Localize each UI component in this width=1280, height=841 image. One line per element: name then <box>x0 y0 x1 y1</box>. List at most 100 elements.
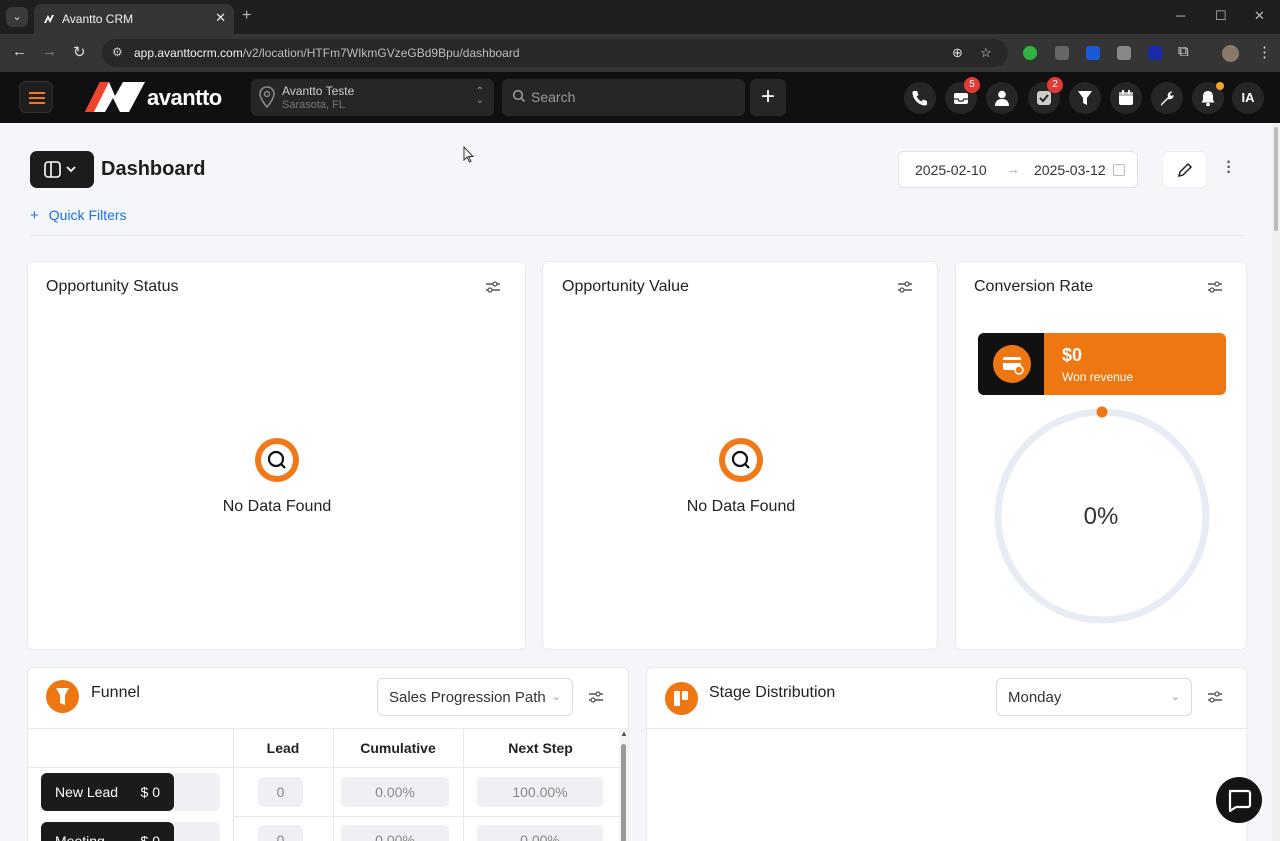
extension-tag-icon[interactable] <box>1086 46 1100 60</box>
url-text: app.avanttocrm.com/v2/location/HTFm7WIkm… <box>134 46 520 60</box>
stage-value: $ 0 <box>140 784 160 800</box>
forward-icon[interactable]: → <box>42 43 57 60</box>
edit-dashboard-button[interactable] <box>1162 151 1207 188</box>
bookmark-star-icon[interactable]: ☆ <box>980 45 992 61</box>
tab-close-icon[interactable]: ✕ <box>215 10 226 26</box>
filter-sliders-icon[interactable] <box>897 280 913 294</box>
stage-pill-new-lead[interactable]: New Lead $ 0 <box>41 773 174 811</box>
notifications-button[interactable] <box>1192 82 1224 114</box>
next-step-percent: 0.00% <box>477 825 603 841</box>
maximize-icon[interactable]: ☐ <box>1215 8 1227 24</box>
extension-image-icon[interactable] <box>1117 46 1131 60</box>
page-scrollbar[interactable] <box>1272 123 1280 841</box>
phone-icon <box>912 91 927 106</box>
divider <box>30 235 1245 236</box>
no-data-search-icon <box>719 438 763 482</box>
settings-button[interactable] <box>1151 82 1183 114</box>
cumulative-percent: 0.00% <box>341 825 449 841</box>
funnel-badge-icon <box>46 680 79 713</box>
pipeline-select[interactable]: Monday ⌄ <box>996 678 1192 716</box>
filter-sliders-icon[interactable] <box>485 280 501 294</box>
extension-blue-icon[interactable] <box>1148 46 1162 60</box>
stage-distribution-card: Stage Distribution Monday ⌄ <box>646 667 1248 841</box>
reload-icon[interactable]: ↻ <box>73 43 86 61</box>
stage-pill-meeting[interactable]: Meeting $ 0 <box>41 822 174 841</box>
contacts-button[interactable] <box>986 82 1018 114</box>
new-tab-button[interactable]: + <box>242 7 251 25</box>
browser-toolbar: ← → ↻ ⚙ app.avanttocrm.com/v2/location/H… <box>0 34 1280 72</box>
chat-widget-button[interactable] <box>1216 777 1262 823</box>
calendar-button[interactable] <box>1110 82 1142 114</box>
divider <box>28 767 620 768</box>
chevron-down-icon: ⌄ <box>551 691 561 703</box>
browser-menu-icon[interactable]: ⋮ <box>1257 43 1272 61</box>
no-data-text: No Data Found <box>686 498 796 515</box>
messages-badge: 5 <box>964 77 980 93</box>
layout-grid-icon <box>44 161 76 178</box>
extension-code-icon[interactable] <box>1055 46 1069 60</box>
notification-dot <box>1216 82 1224 90</box>
back-icon[interactable]: ← <box>12 43 27 60</box>
site-info-icon[interactable]: ⚙ <box>112 45 123 59</box>
page-title: Dashboard <box>101 158 206 180</box>
window-close-icon[interactable]: ✕ <box>1254 8 1265 24</box>
plus-icon: + <box>30 207 39 224</box>
date-range-picker[interactable]: 2025-02-10 → 2025-03-12 <box>898 151 1138 188</box>
stage-name: Meeting <box>55 833 105 841</box>
lead-count: 0 <box>258 825 303 841</box>
scroll-up-icon[interactable]: ▲ <box>620 729 628 738</box>
stage-bar-track <box>174 822 220 841</box>
extensions-puzzle-icon[interactable]: ⧉ <box>1178 43 1189 60</box>
filter-sliders-icon[interactable] <box>588 690 604 704</box>
extension-green-icon[interactable] <box>1023 46 1037 60</box>
address-bar[interactable]: ⚙ app.avanttocrm.com/v2/location/HTFm7WI… <box>102 39 1008 67</box>
end-date: 2025-03-12 <box>1034 162 1106 178</box>
filter-sliders-icon[interactable] <box>1207 690 1223 704</box>
scrollbar-thumb[interactable] <box>1274 127 1278 231</box>
browser-tabbar: ⌄ Avantto CRM ✕ + ─ ☐ ✕ <box>0 0 1280 34</box>
browser-tab[interactable]: Avantto CRM ✕ <box>34 4 234 34</box>
pipeline-select[interactable]: Sales Progression Path ⌄ <box>377 678 573 716</box>
table-scrollbar[interactable]: ▲ <box>619 728 628 841</box>
mouse-cursor-icon <box>463 146 475 163</box>
logo-text: avantto <box>147 85 222 110</box>
location-switcher[interactable]: Avantto Teste Sarasota, FL ⌃ ⌄ <box>251 79 494 116</box>
chevron-updown-icon: ⌃ ⌄ <box>475 86 484 106</box>
scrollbar-thumb[interactable] <box>621 744 626 841</box>
minimize-icon[interactable]: ─ <box>1176 8 1185 23</box>
quick-add-button[interactable]: + <box>750 79 786 116</box>
won-revenue-value: $0 <box>1062 345 1083 365</box>
menu-toggle-button[interactable] <box>19 81 53 113</box>
pencil-icon <box>1177 162 1193 178</box>
no-data-search-icon <box>255 438 299 482</box>
search-placeholder: Search <box>531 89 576 105</box>
won-revenue-box: $0 Won revenue <box>978 333 1226 395</box>
quick-filters-label: Quick Filters <box>48 207 127 223</box>
dashboard-page: Dashboard 2025-02-10 → 2025-03-12 · · · + Q… <box>0 123 1280 841</box>
arrow-right-icon: → <box>1006 161 1020 177</box>
tasks-button[interactable]: 2 <box>1028 77 1063 114</box>
stage-value: $ 0 <box>140 833 160 841</box>
search-input[interactable]: Search <box>502 79 745 116</box>
stage-name: New Lead <box>55 784 119 800</box>
card-title: Opportunity Value <box>562 278 689 295</box>
profile-avatar-icon[interactable] <box>1222 45 1239 62</box>
card-title: Conversion Rate <box>974 278 1094 295</box>
phone-button[interactable] <box>904 82 936 114</box>
tab-search-button[interactable]: ⌄ <box>6 7 28 27</box>
zoom-icon[interactable]: ⊕ <box>952 45 963 61</box>
user-avatar[interactable]: IA <box>1232 82 1264 114</box>
funnel-card: Funnel Sales Progression Path ⌄ Lead Cum… <box>27 667 629 841</box>
calendar-icon <box>1113 164 1125 176</box>
column-header-cumulative: Cumulative <box>360 740 436 756</box>
filter-sliders-icon[interactable] <box>1207 280 1223 294</box>
dashboard-switcher-button[interactable] <box>30 151 94 188</box>
bell-icon <box>1201 91 1215 107</box>
quick-filters-button[interactable]: + Quick Filters <box>30 207 127 224</box>
tab-title: Avantto CRM <box>62 12 134 26</box>
more-options-icon[interactable]: · · · <box>1224 155 1234 181</box>
opportunities-button[interactable] <box>1069 82 1101 114</box>
stage-bar-track <box>174 773 220 811</box>
messages-button[interactable]: 5 <box>945 77 980 114</box>
card-title: Stage Distribution <box>709 684 836 701</box>
